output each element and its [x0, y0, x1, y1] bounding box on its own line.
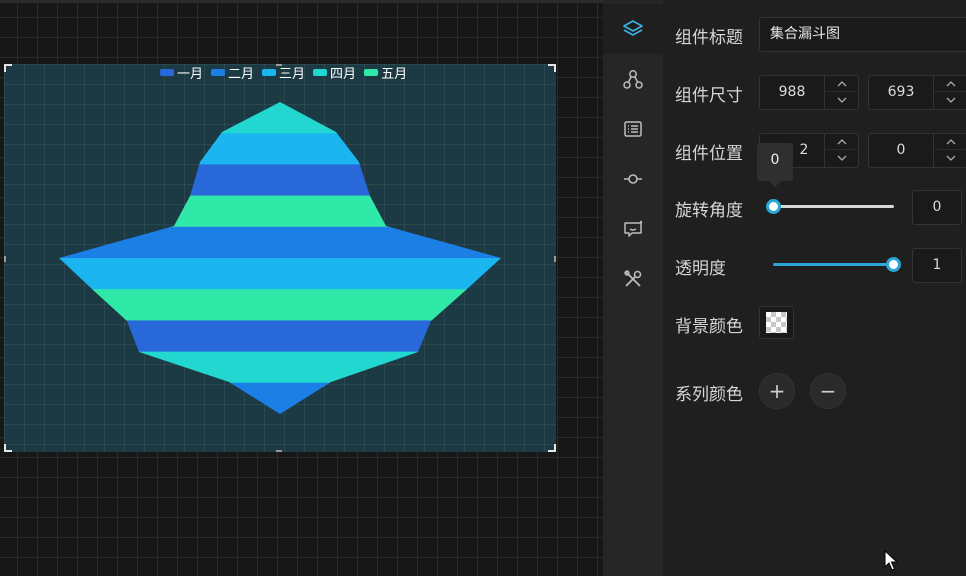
funnel-stripe — [59, 133, 501, 165]
position-y-value[interactable]: 0 — [869, 134, 933, 167]
funnel-stripe — [59, 226, 501, 259]
position-x-stepper-arrows — [824, 134, 859, 167]
funnel-stripe — [59, 351, 501, 384]
chevron-down-icon — [837, 155, 847, 161]
plus-icon: + — [768, 379, 786, 403]
chevron-down-icon — [946, 155, 956, 161]
panel-icon-rail — [603, 0, 663, 576]
rotation-slider-track[interactable] — [773, 205, 894, 208]
opacity-input[interactable]: 1 — [912, 248, 962, 283]
chevron-up-icon — [837, 80, 847, 86]
list-icon — [624, 121, 642, 137]
funnel-chart-component[interactable]: 一月 二月 三月 四月 五月 — [4, 64, 556, 452]
transparent-color-swatch — [766, 312, 787, 333]
chevron-up-icon — [946, 138, 956, 144]
remove-series-color-button[interactable]: − — [810, 373, 846, 409]
add-series-color-button[interactable]: + — [759, 373, 795, 409]
funnel-stripe — [59, 102, 501, 134]
chevron-down-icon — [837, 97, 847, 103]
decrement-button[interactable] — [934, 150, 966, 166]
layers-icon — [623, 20, 643, 36]
title-label: 组件标题 — [675, 28, 743, 48]
chevron-up-icon — [837, 138, 847, 144]
mouse-cursor-icon — [884, 550, 898, 571]
opacity-slider-thumb[interactable] — [886, 257, 901, 272]
rail-tab-layers[interactable] — [603, 4, 663, 54]
minus-icon: − — [819, 379, 837, 403]
increment-button[interactable] — [934, 76, 966, 92]
funnel-stripe — [59, 164, 501, 197]
width-stepper[interactable]: 988 — [759, 75, 859, 110]
size-label: 组件尺寸 — [675, 86, 743, 106]
editor-canvas[interactable]: 一月 二月 三月 四月 五月 — [0, 0, 603, 576]
position-y-stepper-arrows — [933, 134, 966, 167]
properties-panel: 组件标题 集合漏斗图 组件尺寸 988 693 组件位置 2 0 0 旋转角度 … — [663, 0, 966, 576]
rotation-input[interactable]: 0 — [912, 190, 962, 225]
width-stepper-arrows — [824, 76, 859, 109]
message-icon — [624, 220, 643, 237]
rail-tab-list[interactable] — [603, 104, 663, 154]
series-color-label: 系列颜色 — [675, 385, 743, 405]
rotation-label: 旋转角度 — [675, 201, 743, 221]
position-y-stepper[interactable]: 0 — [868, 133, 966, 168]
rotation-slider-thumb[interactable] — [766, 199, 781, 214]
tools-icon — [624, 270, 642, 287]
funnel-stripe — [59, 382, 501, 414]
bg-color-label: 背景颜色 — [675, 317, 743, 337]
increment-button[interactable] — [825, 134, 859, 150]
height-stepper[interactable]: 693 — [868, 75, 966, 110]
rail-tab-tools[interactable] — [603, 254, 663, 304]
decrement-button[interactable] — [825, 92, 859, 108]
rail-tab-connector[interactable] — [603, 154, 663, 204]
decrement-button[interactable] — [825, 150, 859, 166]
funnel-stripes — [59, 102, 501, 414]
increment-button[interactable] — [934, 134, 966, 150]
opacity-label: 透明度 — [675, 259, 726, 279]
bg-color-picker[interactable] — [759, 306, 794, 339]
opacity-slider-track[interactable] — [773, 263, 894, 266]
rail-tab-message[interactable] — [603, 204, 663, 254]
funnel-stripe — [59, 320, 501, 353]
decrement-button[interactable] — [934, 92, 966, 108]
funnel-stripe — [59, 258, 501, 290]
chevron-up-icon — [946, 80, 956, 86]
height-stepper-arrows — [933, 76, 966, 109]
increment-button[interactable] — [825, 76, 859, 92]
funnel-graphic — [59, 102, 501, 414]
height-value[interactable]: 693 — [869, 76, 933, 109]
position-label: 组件位置 — [675, 144, 743, 164]
funnel-stripe — [59, 289, 501, 321]
rail-tab-nodes[interactable] — [603, 54, 663, 104]
connector-icon — [624, 174, 642, 184]
chevron-down-icon — [946, 97, 956, 103]
canvas-top-strip — [0, 0, 603, 3]
funnel-stripe — [59, 195, 501, 228]
width-value[interactable]: 988 — [760, 76, 824, 109]
rotation-tooltip: 0 — [757, 143, 793, 187]
nodes-icon — [623, 70, 643, 89]
title-input[interactable]: 集合漏斗图 — [759, 17, 966, 52]
